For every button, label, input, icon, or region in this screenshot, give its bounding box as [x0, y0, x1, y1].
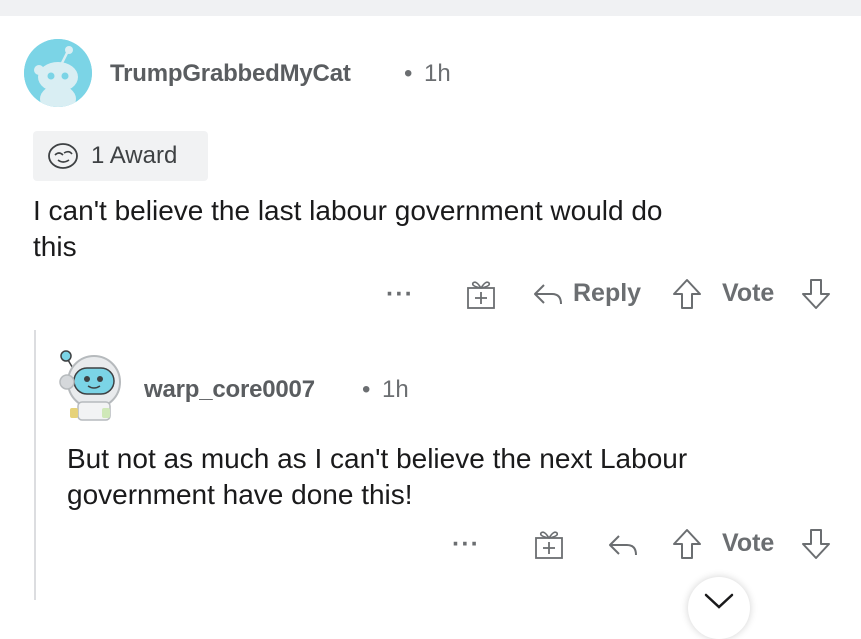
comment-username[interactable]: TrumpGrabbedMyCat [110, 60, 351, 88]
downvote-icon[interactable] [800, 277, 832, 311]
comment-body: I can't believe the last labour governme… [33, 193, 663, 265]
award-badge[interactable]: 1 Award [33, 131, 208, 181]
comment-body-line: government have done this! [67, 479, 413, 510]
more-options-button[interactable]: ··· [386, 280, 414, 309]
collapse-thread-button[interactable] [688, 577, 750, 639]
avatar[interactable] [58, 350, 126, 421]
avatar[interactable] [24, 39, 92, 107]
meta-separator: • [362, 376, 371, 403]
downvote-icon[interactable] [800, 527, 832, 561]
reply-arrow-icon[interactable] [607, 531, 639, 559]
comment-actions: ··· Reply Vote [0, 275, 861, 315]
meta-separator: • [404, 60, 413, 87]
snoo-avatar-icon [24, 39, 92, 107]
reply-button[interactable]: Reply [532, 279, 641, 308]
gift-icon[interactable] [466, 278, 496, 310]
reply-label: Reply [573, 279, 642, 307]
comment-body-line: this [33, 231, 77, 262]
upvote-icon[interactable] [671, 277, 703, 311]
comment-time: 1h [424, 60, 451, 87]
comment-actions: ··· Vote [0, 525, 861, 565]
astronaut-avatar-icon [59, 350, 121, 421]
reply-arrow-icon [532, 280, 564, 308]
top-divider-bar [0, 0, 861, 16]
gift-icon[interactable] [534, 528, 564, 560]
upvote-icon[interactable] [671, 527, 703, 561]
award-icon [47, 141, 79, 171]
comment-time: 1h [382, 376, 409, 403]
comment-body-line: But not as much as I can't believe the n… [67, 443, 688, 474]
more-options-button[interactable]: ··· [452, 530, 480, 559]
vote-count: Vote [722, 279, 775, 307]
award-label: 1 Award [91, 142, 178, 169]
chevron-down-icon [702, 591, 736, 611]
vote-count: Vote [722, 529, 775, 557]
comment-body-line: I can't believe the last labour governme… [33, 195, 663, 226]
comment-username[interactable]: warp_core0007 [144, 376, 315, 404]
comment-body: But not as much as I can't believe the n… [67, 441, 687, 513]
